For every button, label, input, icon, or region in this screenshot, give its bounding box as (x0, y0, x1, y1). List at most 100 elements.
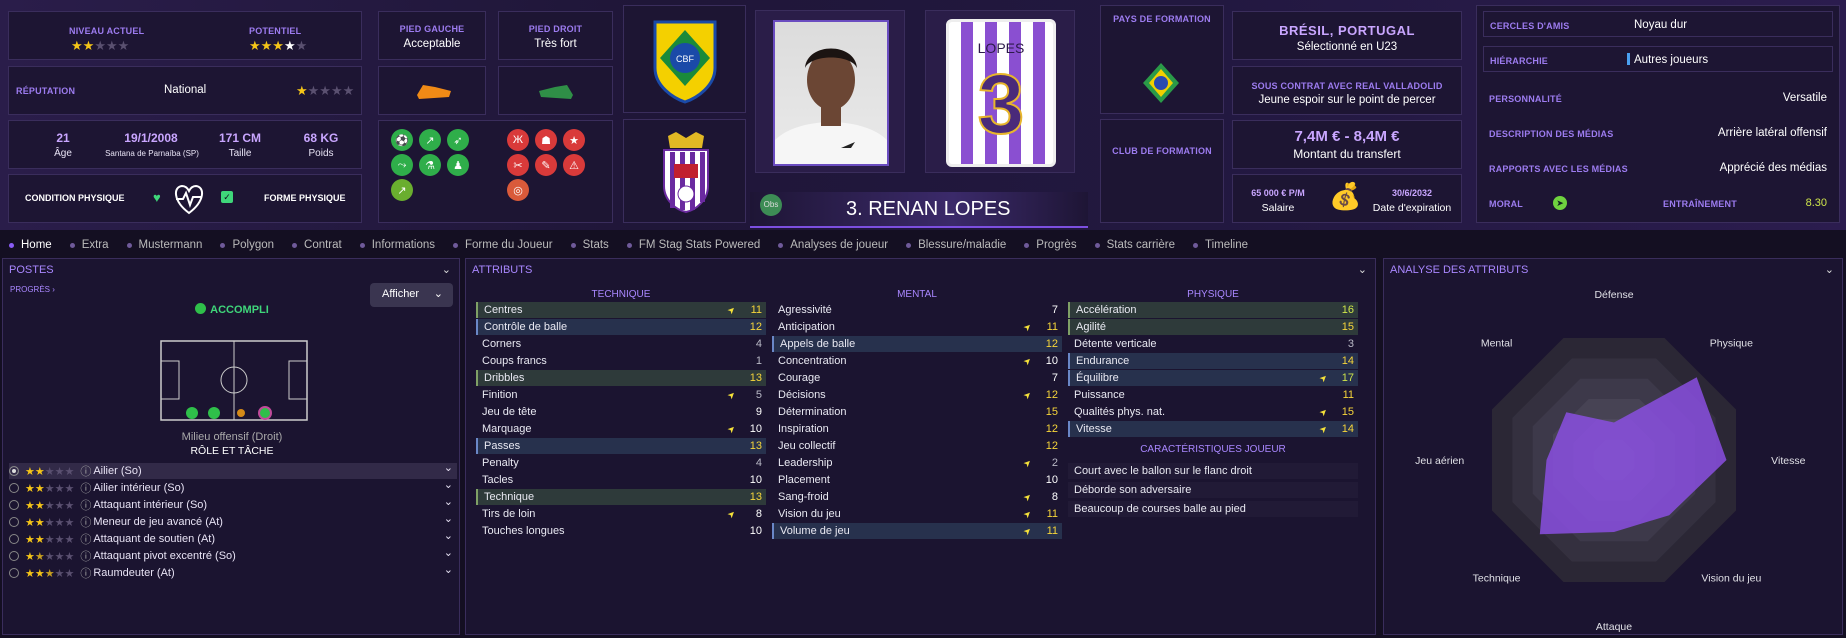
role-row[interactable]: ★★★★★ ⓘ Attaquant de soutien (At) ⌄ (9, 529, 457, 547)
attribute-row[interactable]: Détente verticale 3 (1068, 336, 1358, 352)
progres-link[interactable]: PROGRÈS › (10, 285, 55, 294)
attribute-row[interactable]: Volume de jeu 11 ➤ (772, 523, 1062, 539)
attribute-row[interactable]: Corners 4 (476, 336, 766, 352)
obs-button[interactable]: Obs (760, 194, 782, 216)
attribute-value: 3 (1347, 338, 1354, 350)
attribute-row[interactable]: Passes 13 (476, 438, 766, 454)
attribute-row[interactable]: Centres 11 ➤ (476, 302, 766, 318)
attribute-row[interactable]: Sang-froid 8 ➤ (772, 489, 1062, 505)
trait-icon[interactable]: ➶ (447, 129, 469, 151)
attribute-row[interactable]: Courage 7 (772, 370, 1062, 386)
trait-icon[interactable]: ⚗ (419, 154, 441, 176)
tab-8[interactable]: FM Stag Stats Powered (618, 239, 769, 251)
info-icon[interactable]: ⓘ (80, 531, 91, 547)
attribute-row[interactable]: Vitesse 14 ➤ (1068, 421, 1358, 437)
trait-icon[interactable]: ⤳ (391, 154, 413, 176)
attribute-row[interactable]: Tacles 10 (476, 472, 766, 488)
info-icon[interactable]: ⓘ (80, 514, 91, 530)
chevron-down-icon[interactable]: ⌄ (444, 529, 453, 542)
tab-6[interactable]: Forme du Joueur (444, 239, 562, 251)
desc-medias-value: Arrière latéral offensif (1717, 127, 1827, 139)
attribute-row[interactable]: Placement 10 (772, 472, 1062, 488)
role-row[interactable]: ★★★★★ ⓘ Ailier intérieur (So) ⌄ (9, 478, 457, 496)
info-icon[interactable]: ⓘ (80, 548, 91, 564)
attribute-row[interactable]: Contrôle de balle 12 (476, 319, 766, 335)
attribute-row[interactable]: Marquage 10 ➤ (476, 421, 766, 437)
tab-0[interactable]: Home (0, 239, 61, 251)
role-row[interactable]: ★★★★★ ⓘ Attaquant pivot excentré (So) ⌄ (9, 546, 457, 564)
attribute-row[interactable]: Penalty 4 (476, 455, 766, 471)
analyse-collapse-icon[interactable]: ⌄ (1825, 263, 1834, 276)
attribute-name: Sang-froid (778, 491, 829, 503)
trait-icon[interactable]: ⚠ (563, 154, 585, 176)
role-row[interactable]: ★★★★★ ⓘ Meneur de jeu avancé (At) ⌄ (9, 512, 457, 530)
role-radio[interactable] (9, 551, 19, 561)
role-radio[interactable] (9, 500, 19, 510)
attribute-row[interactable]: Décisions 12 ➤ (772, 387, 1062, 403)
attribute-row[interactable]: Leadership 2 ➤ (772, 455, 1062, 471)
info-icon[interactable]: ⓘ (80, 463, 91, 479)
info-icon[interactable]: ⓘ (80, 497, 91, 513)
tab-3[interactable]: Polygon (211, 239, 283, 251)
postes-collapse-icon[interactable]: ⌄ (442, 263, 451, 276)
attribute-row[interactable]: Qualités phys. nat. 15 ➤ (1068, 404, 1358, 420)
chevron-down-icon[interactable]: ⌄ (444, 495, 453, 508)
info-icon[interactable]: ⓘ (80, 480, 91, 496)
info-icon[interactable]: ⓘ (80, 565, 91, 581)
attribute-row[interactable]: Inspiration 12 (772, 421, 1062, 437)
attribute-row[interactable]: Technique 13 (476, 489, 766, 505)
attribute-row[interactable]: Anticipation 11 ➤ (772, 319, 1062, 335)
chevron-down-icon[interactable]: ⌄ (444, 546, 453, 559)
attribute-row[interactable]: Dribbles 13 (476, 370, 766, 386)
tab-11[interactable]: Progrès (1015, 239, 1085, 251)
attribute-row[interactable]: Jeu collectif 12 (772, 438, 1062, 454)
attribute-row[interactable]: Touches longues 10 (476, 523, 766, 539)
role-radio[interactable] (9, 534, 19, 544)
trait-icon[interactable]: ↗ (391, 179, 413, 201)
role-radio[interactable] (9, 466, 19, 476)
chevron-down-icon[interactable]: ⌄ (444, 478, 453, 491)
attribute-row[interactable]: Appels de balle 12 (772, 336, 1062, 352)
attribute-row[interactable]: Puissance 11 (1068, 387, 1358, 403)
tab-4[interactable]: Contrat (283, 239, 351, 251)
attribute-row[interactable]: Équilibre 17 ➤ (1068, 370, 1358, 386)
role-radio[interactable] (9, 483, 19, 493)
attribute-row[interactable]: Agilité 15 (1068, 319, 1358, 335)
tab-12[interactable]: Stats carrière (1086, 239, 1184, 251)
trait-icon[interactable]: Ж (507, 129, 529, 151)
tab-5[interactable]: Informations (351, 239, 444, 251)
trait-icon[interactable]: ⚽ (391, 129, 413, 151)
trait-icon[interactable]: ↗ (419, 129, 441, 151)
attribute-row[interactable]: Endurance 14 (1068, 353, 1358, 369)
trait-icon[interactable]: ★ (563, 129, 585, 151)
tab-13[interactable]: Timeline (1184, 239, 1257, 251)
trait-icon[interactable]: ◎ (507, 179, 529, 201)
tab-7[interactable]: Stats (562, 239, 618, 251)
tab-2[interactable]: Mustermann (118, 239, 212, 251)
chevron-down-icon[interactable]: ⌄ (444, 563, 453, 576)
trait-icon[interactable]: ♟ (447, 154, 469, 176)
attribute-row[interactable]: Finition 5 ➤ (476, 387, 766, 403)
tab-1[interactable]: Extra (61, 239, 118, 251)
role-row[interactable]: ★★★★★ ⓘ Raumdeuter (At) ⌄ (9, 563, 457, 581)
attribute-row[interactable]: Tirs de loin 8 ➤ (476, 506, 766, 522)
attribute-row[interactable]: Jeu de tête 9 (476, 404, 766, 420)
role-radio[interactable] (9, 517, 19, 527)
role-row[interactable]: ★★★★★ ⓘ Attaquant intérieur (So) ⌄ (9, 495, 457, 513)
attribute-row[interactable]: Accélération 16 (1068, 302, 1358, 318)
attribute-row[interactable]: Vision du jeu 11 ➤ (772, 506, 1062, 522)
chevron-down-icon[interactable]: ⌄ (444, 461, 453, 474)
attribute-row[interactable]: Concentration 10 ➤ (772, 353, 1062, 369)
attribute-row[interactable]: Coups francs 1 (476, 353, 766, 369)
tab-10[interactable]: Blessure/maladie (897, 239, 1015, 251)
trait-icon[interactable]: ☗ (535, 129, 557, 151)
chevron-down-icon[interactable]: ⌄ (444, 512, 453, 525)
role-row[interactable]: ★★★★★ ⓘ Ailier (So) ⌄ (9, 461, 457, 479)
attribute-row[interactable]: Agressivité 7 (772, 302, 1062, 318)
attributs-collapse-icon[interactable]: ⌄ (1358, 263, 1367, 276)
role-radio[interactable] (9, 568, 19, 578)
attribute-row[interactable]: Détermination 15 (772, 404, 1062, 420)
trait-icon[interactable]: ✎ (535, 154, 557, 176)
trait-icon[interactable]: ✂ (507, 154, 529, 176)
tab-9[interactable]: Analyses de joueur (769, 239, 897, 251)
